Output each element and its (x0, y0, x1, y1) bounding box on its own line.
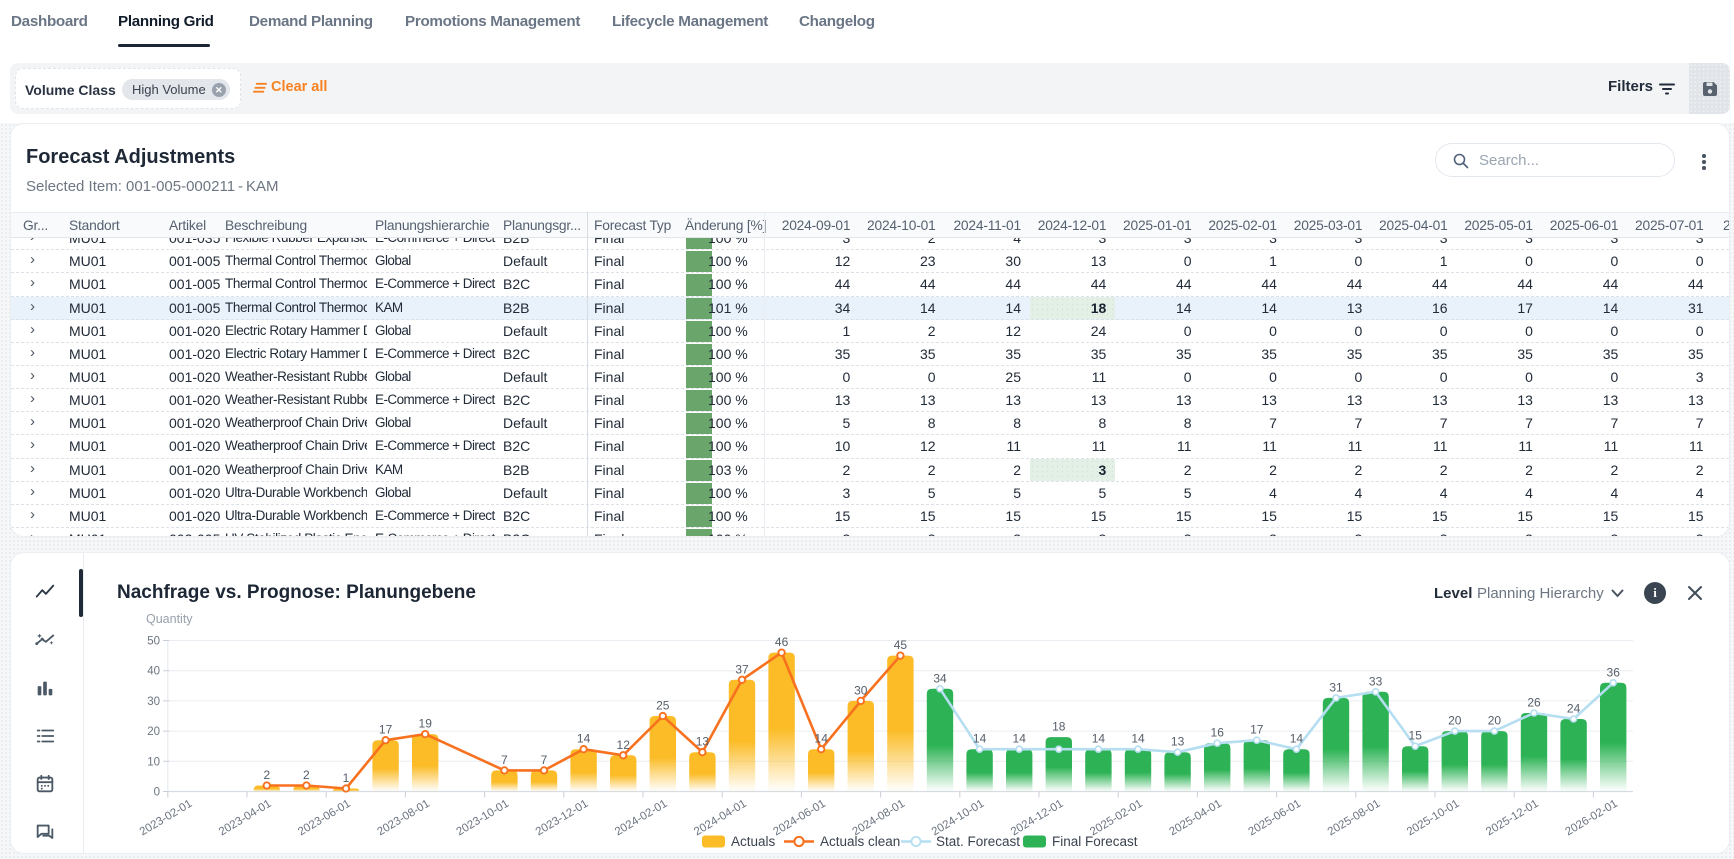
svg-text:16: 16 (1211, 726, 1225, 740)
svg-text:26: 26 (1527, 696, 1541, 710)
svg-text:14: 14 (1092, 732, 1106, 746)
svg-text:14: 14 (1131, 732, 1145, 746)
svg-text:2024-08-01: 2024-08-01 (851, 798, 908, 839)
svg-text:7: 7 (541, 753, 548, 767)
svg-text:2026-02-01: 2026-02-01 (1563, 798, 1620, 839)
svg-text:2023-06-01: 2023-06-01 (296, 798, 353, 839)
svg-text:13: 13 (1171, 735, 1185, 749)
svg-text:Stat. Forecast: Stat. Forecast (936, 834, 1020, 849)
svg-text:14: 14 (815, 732, 829, 746)
svg-text:2023-08-01: 2023-08-01 (375, 798, 432, 839)
svg-text:12: 12 (617, 738, 631, 752)
svg-text:14: 14 (1290, 732, 1304, 746)
svg-text:2024-06-01: 2024-06-01 (771, 798, 828, 839)
svg-text:15: 15 (1409, 729, 1423, 743)
svg-text:2025-04-01: 2025-04-01 (1167, 798, 1224, 839)
svg-text:2: 2 (303, 768, 310, 782)
svg-text:50: 50 (147, 636, 160, 648)
svg-text:46: 46 (775, 635, 789, 649)
svg-text:34: 34 (933, 671, 947, 685)
svg-text:30: 30 (854, 683, 868, 697)
svg-text:17: 17 (1250, 723, 1264, 737)
svg-text:14: 14 (973, 732, 987, 746)
svg-text:2025-02-01: 2025-02-01 (1088, 798, 1145, 839)
svg-text:2024-04-01: 2024-04-01 (692, 798, 749, 839)
svg-text:40: 40 (147, 666, 160, 678)
svg-text:13: 13 (696, 735, 710, 749)
svg-text:7: 7 (501, 753, 508, 767)
svg-text:36: 36 (1607, 665, 1621, 679)
svg-text:2024-10-01: 2024-10-01 (930, 798, 987, 839)
svg-text:10: 10 (147, 756, 160, 768)
svg-text:20: 20 (1448, 714, 1462, 728)
svg-text:2025-08-01: 2025-08-01 (1326, 798, 1383, 839)
svg-text:2024-02-01: 2024-02-01 (613, 798, 670, 839)
svg-text:Actuals: Actuals (731, 834, 776, 849)
svg-text:Quantity: Quantity (146, 612, 193, 626)
svg-text:14: 14 (1013, 732, 1027, 746)
svg-text:2025-10-01: 2025-10-01 (1405, 798, 1462, 839)
svg-text:2: 2 (263, 768, 270, 782)
svg-text:2025-06-01: 2025-06-01 (1247, 798, 1304, 839)
svg-text:31: 31 (1329, 680, 1343, 694)
svg-text:25: 25 (656, 699, 670, 713)
svg-text:Actuals clean: Actuals clean (820, 834, 900, 849)
svg-text:14: 14 (577, 732, 591, 746)
svg-text:2023-12-01: 2023-12-01 (534, 798, 591, 839)
svg-text:2024-12-01: 2024-12-01 (1009, 798, 1066, 839)
svg-text:30: 30 (147, 696, 160, 708)
svg-text:37: 37 (735, 662, 749, 676)
svg-text:20: 20 (147, 726, 160, 738)
svg-text:2023-04-01: 2023-04-01 (217, 798, 274, 839)
svg-text:45: 45 (894, 638, 908, 652)
svg-text:24: 24 (1567, 702, 1581, 716)
svg-text:2023-10-01: 2023-10-01 (455, 798, 512, 839)
svg-text:0: 0 (154, 787, 160, 799)
svg-text:19: 19 (419, 717, 433, 731)
svg-text:Final Forecast: Final Forecast (1052, 834, 1138, 849)
svg-text:33: 33 (1369, 674, 1383, 688)
svg-text:20: 20 (1488, 714, 1502, 728)
svg-text:1: 1 (343, 771, 350, 785)
svg-text:17: 17 (379, 723, 393, 737)
svg-text:18: 18 (1052, 720, 1066, 734)
svg-text:2023-02-01: 2023-02-01 (138, 798, 195, 839)
svg-text:2025-12-01: 2025-12-01 (1484, 798, 1541, 839)
